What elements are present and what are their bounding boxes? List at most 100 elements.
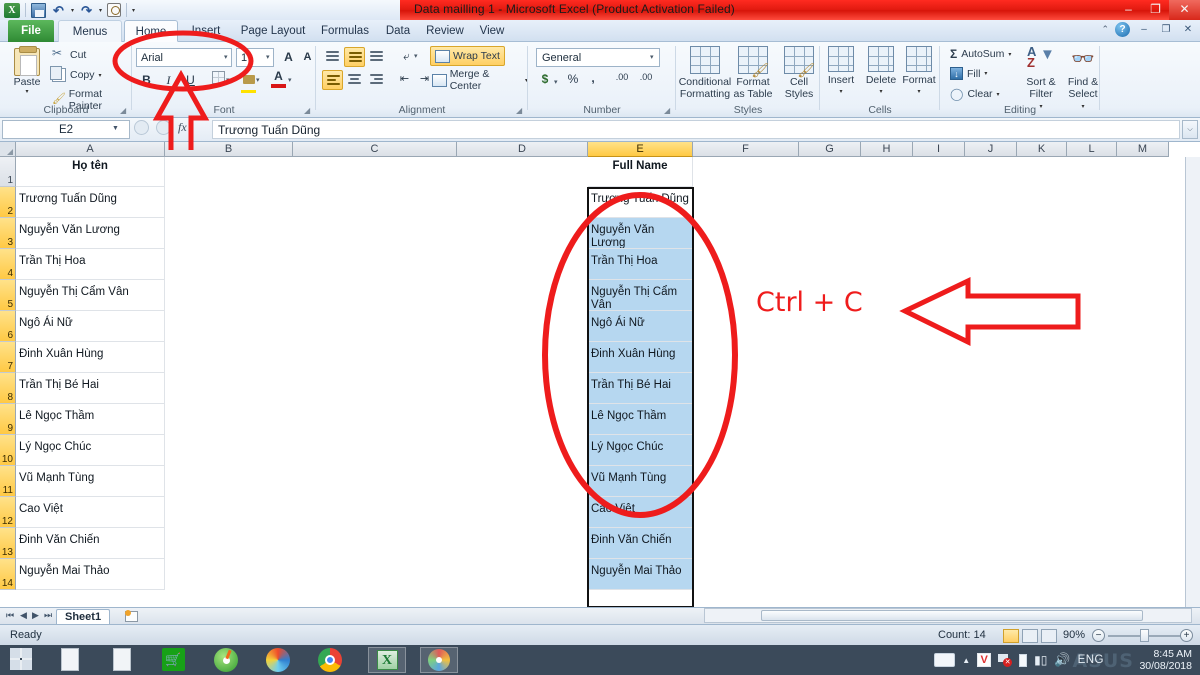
enter-formula-icon[interactable] (156, 120, 171, 135)
document-icon-1[interactable] (58, 648, 82, 672)
cell-A4[interactable]: Trần Thị Hoa (16, 249, 165, 280)
number-dialog-launcher[interactable]: ◢ (664, 106, 673, 115)
font-name-input[interactable]: Arial (136, 48, 232, 67)
clock[interactable]: 8:45 AM 30/08/2018 (1139, 648, 1192, 672)
cell-E3[interactable]: Nguyễn Văn Lương (588, 218, 693, 249)
delete-cells-button[interactable]: Delete ▾ (862, 46, 900, 98)
decrease-decimal-button[interactable]: .00 (636, 72, 656, 82)
number-format-dropdown-icon[interactable]: ▾ (650, 53, 674, 61)
help-icon[interactable]: ? (1115, 22, 1130, 37)
minimize-button[interactable]: – (1115, 0, 1142, 20)
copy-dropdown-icon[interactable]: ▾ (99, 72, 102, 79)
align-left-button[interactable] (322, 70, 343, 90)
prev-sheet-button[interactable]: ◀ (20, 610, 27, 621)
copy-button[interactable]: Copy ▾ (50, 66, 102, 82)
excel-taskbar-button[interactable]: X (368, 647, 406, 673)
font-color-icon[interactable]: A (268, 68, 289, 89)
cut-button[interactable]: Cut (52, 46, 86, 62)
align-right-button[interactable] (366, 70, 387, 90)
column-header-m[interactable]: M (1117, 142, 1169, 157)
cell-E12[interactable]: Cao Việt (588, 497, 693, 528)
underline-button[interactable]: U (180, 70, 201, 91)
workbook-minimize-button[interactable]: – (1136, 23, 1152, 37)
format-dropdown-icon[interactable]: ▾ (900, 87, 938, 99)
show-hidden-icons-icon[interactable]: ▲ (962, 656, 970, 665)
cell-A8[interactable]: Trần Thị Bé Hai (16, 373, 165, 404)
fill-button[interactable]: ↓ Fill ▾ (950, 67, 987, 80)
collapse-ribbon-icon[interactable]: ⌃ (1101, 24, 1109, 35)
sheet-tab-sheet1[interactable]: Sheet1 (56, 609, 111, 625)
fill-dropdown-icon[interactable]: ▾ (984, 70, 987, 77)
undo-dropdown-icon[interactable]: ▾ (71, 7, 74, 14)
merge-center-button[interactable]: Merge & Center ▾ (432, 68, 528, 92)
next-sheet-button[interactable]: ▶ (32, 610, 39, 621)
media-player-icon[interactable] (214, 648, 238, 672)
conditional-formatting-button[interactable]: Conditional Formatting (678, 46, 732, 100)
antivirus-icon[interactable]: V (977, 653, 992, 667)
redo-icon[interactable]: ↷ (79, 3, 94, 18)
column-header-b[interactable]: B (165, 142, 293, 157)
autosum-dropdown-icon[interactable]: ▾ (1008, 51, 1011, 58)
align-bottom-button[interactable] (366, 47, 387, 67)
print-preview-icon[interactable] (107, 3, 122, 17)
page-break-view-icon[interactable] (1041, 629, 1057, 643)
clipboard-dialog-launcher[interactable]: ◢ (120, 106, 129, 115)
tab-review[interactable]: Review (420, 20, 470, 42)
cell-E2[interactable]: Trương Tuấn Dũng (588, 187, 693, 218)
paste-button[interactable]: Paste ▾ (8, 46, 46, 106)
row-header-2[interactable]: 2 (0, 187, 16, 218)
close-button[interactable]: ✕ (1169, 0, 1200, 20)
cell-E1[interactable]: Full Name (588, 157, 693, 187)
tab-home[interactable]: Home (124, 20, 178, 42)
row-header-10[interactable]: 10 (0, 435, 16, 466)
cell-E6[interactable]: Ngô Ái Nữ (588, 311, 693, 342)
tab-page-layout[interactable]: Page Layout (234, 20, 312, 42)
workbook-restore-button[interactable]: ❐ (1158, 23, 1174, 37)
windows-start-icon[interactable] (10, 648, 34, 672)
row-header-7[interactable]: 7 (0, 342, 16, 373)
column-header-a[interactable]: A (16, 142, 165, 157)
tab-data[interactable]: Data (378, 20, 418, 42)
zoom-slider-thumb[interactable] (1140, 629, 1149, 642)
bold-button[interactable]: B (136, 70, 157, 91)
language-indicator[interactable]: ENG (1078, 654, 1104, 666)
signal-icon[interactable]: ▮▯ (1034, 653, 1047, 667)
customize-qat-icon[interactable]: ▾ (132, 7, 135, 14)
cell-A5[interactable]: Nguyễn Thị Cẩm Vân (16, 280, 165, 311)
paint-taskbar-button[interactable] (420, 647, 458, 673)
cell-A14[interactable]: Nguyễn Mai Thảo (16, 559, 165, 590)
browser-icon[interactable] (266, 648, 290, 672)
column-header-c[interactable]: C (293, 142, 457, 157)
first-sheet-button[interactable]: ⏮ (6, 610, 14, 621)
battery-icon[interactable] (1019, 653, 1028, 667)
cell-E10[interactable]: Lý Ngọc Chúc (588, 435, 693, 466)
workbook-close-button[interactable]: ✕ (1180, 23, 1196, 37)
cell-A2[interactable]: Trương Tuấn Dũng (16, 187, 165, 218)
column-header-k[interactable]: K (1017, 142, 1067, 157)
clear-button[interactable]: ◯ Clear ▾ (950, 87, 1000, 101)
wrap-text-button[interactable]: Wrap Text (430, 46, 505, 66)
cell-A6[interactable]: Ngô Ái Nữ (16, 311, 165, 342)
insert-function-icon[interactable]: fx (178, 120, 187, 135)
network-flag-icon[interactable]: ✕ (998, 653, 1013, 667)
row-header-6[interactable]: 6 (0, 311, 16, 342)
cell-A10[interactable]: Lý Ngọc Chúc (16, 435, 165, 466)
restore-button[interactable]: ❐ (1142, 0, 1169, 20)
decrease-indent-icon[interactable]: ⇤ (394, 69, 415, 90)
font-dialog-launcher[interactable]: ◢ (304, 106, 313, 115)
cell-styles-button[interactable]: Cell Styles (772, 46, 826, 100)
new-sheet-icon[interactable] (120, 610, 142, 624)
cell-E9[interactable]: Lê Ngọc Thầm (588, 404, 693, 435)
name-box[interactable]: E2 (2, 120, 130, 139)
column-header-g[interactable]: G (799, 142, 861, 157)
volume-icon[interactable]: 🔊 (1054, 652, 1070, 668)
column-header-f[interactable]: F (693, 142, 799, 157)
name-box-dropdown-icon[interactable]: ▼ (112, 125, 119, 132)
insert-dropdown-icon[interactable]: ▾ (822, 87, 860, 99)
formula-input[interactable]: Trương Tuấn Dũng (212, 120, 1180, 139)
cell-E13[interactable]: Đinh Văn Chiến (588, 528, 693, 559)
cell-E4[interactable]: Trần Thị Hoa (588, 249, 693, 280)
column-header-h[interactable]: H (861, 142, 913, 157)
row-header-4[interactable]: 4 (0, 249, 16, 280)
comma-button[interactable]: , (586, 71, 600, 85)
